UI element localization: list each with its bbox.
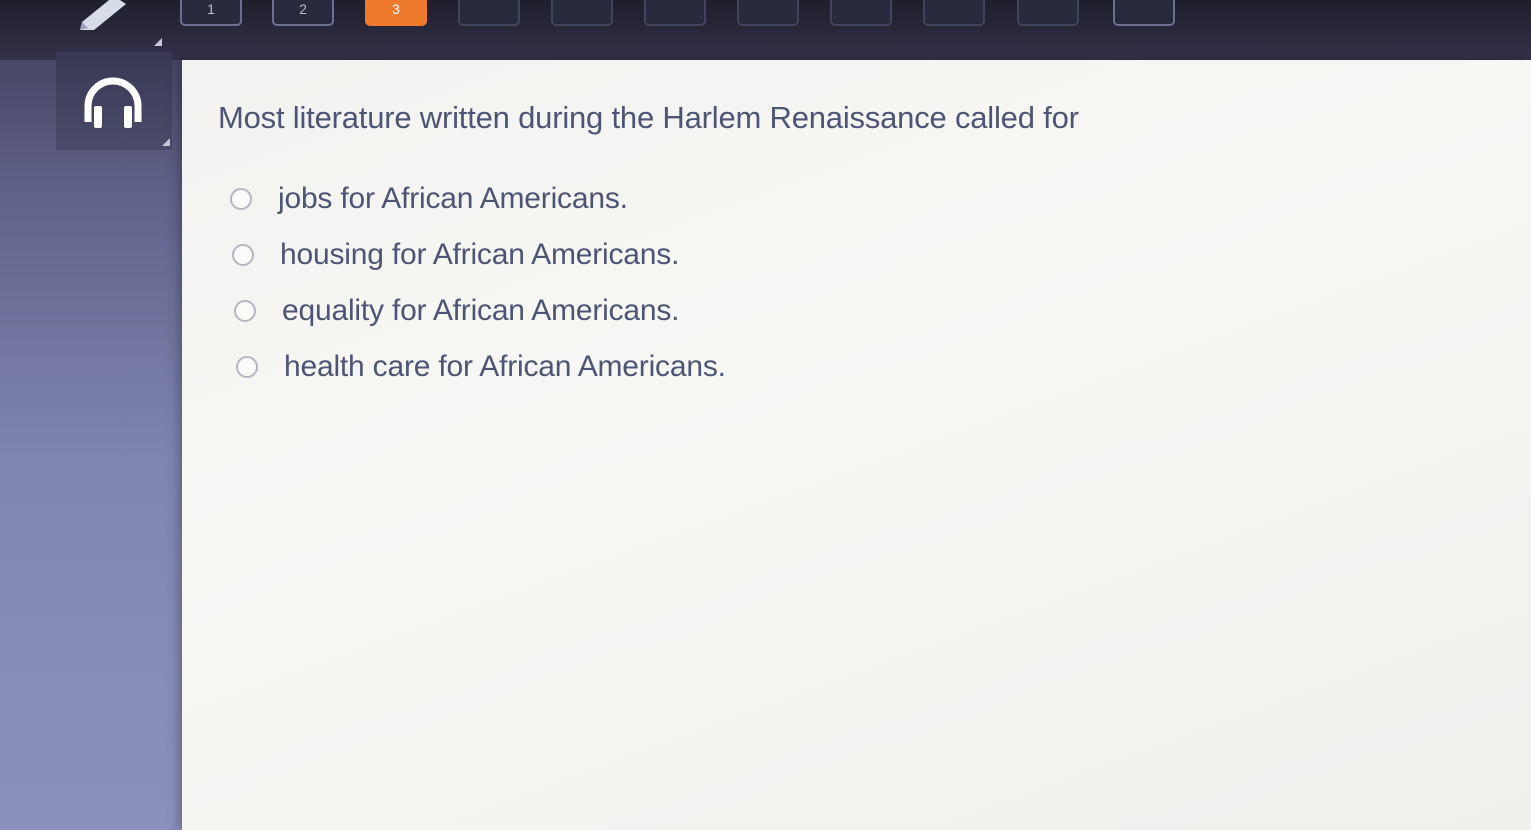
question-card: Most literature written during the Harle… [182, 60, 1531, 830]
radio-button[interactable] [234, 300, 256, 322]
answer-option-4[interactable]: health care for African Americans. [236, 350, 726, 384]
radio-button[interactable] [230, 188, 252, 210]
question-nav-bar: 1 2 3 [0, 0, 1531, 60]
nav-tab-9[interactable] [923, 0, 985, 26]
nav-tab-4[interactable] [458, 0, 520, 26]
nav-tab-7[interactable] [737, 0, 799, 26]
corner-mark [162, 138, 170, 146]
question-prompt: Most literature written during the Harle… [218, 100, 1079, 135]
option-label: equality for African Americans. [282, 294, 680, 327]
option-label: housing for African Americans. [280, 238, 680, 271]
nav-tab-5[interactable] [551, 0, 613, 26]
answer-option-3[interactable]: equality for African Americans. [234, 294, 680, 328]
nav-tab-8[interactable] [830, 0, 892, 26]
radio-button[interactable] [236, 356, 258, 378]
nav-tab-10[interactable] [1017, 0, 1079, 26]
nav-tab-3[interactable]: 3 [365, 0, 427, 26]
headphones-icon [84, 77, 142, 128]
corner-mark [154, 38, 162, 46]
audio-tool-button[interactable] [56, 52, 172, 150]
nav-tab-11[interactable] [1113, 0, 1175, 26]
radio-button[interactable] [232, 244, 254, 266]
pencil-icon[interactable] [74, 0, 128, 30]
answer-option-2[interactable]: housing for African Americans. [232, 238, 679, 272]
option-label: jobs for African Americans. [278, 182, 628, 215]
option-label: health care for African Americans. [284, 350, 726, 383]
nav-tab-1[interactable]: 1 [180, 0, 242, 26]
nav-tab-6[interactable] [644, 0, 706, 26]
nav-tab-2[interactable]: 2 [272, 0, 334, 26]
answer-option-1[interactable]: jobs for African Americans. [230, 182, 628, 216]
